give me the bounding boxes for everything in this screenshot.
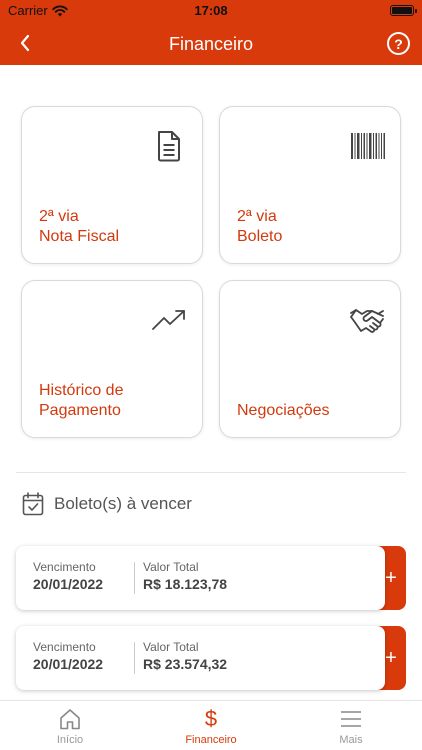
card-label-line2: Pagamento [39, 402, 121, 419]
card-label: Histórico de Pagamento [39, 381, 123, 421]
card-label: 2ª via Nota Fiscal [39, 207, 119, 247]
vencimento-value: 20/01/2022 [33, 656, 104, 672]
card-historico-pagamento[interactable]: Histórico de Pagamento [21, 280, 203, 438]
boleto-card[interactable]: Vencimento 20/01/2022 Valor Total R$ 23.… [16, 626, 385, 690]
card-boleto[interactable]: 2ª via Boleto [219, 106, 401, 264]
vencimento-label: Vencimento [33, 640, 96, 654]
card-negociacoes[interactable]: Negociações [219, 280, 401, 438]
calendar-check-icon [22, 492, 44, 516]
menu-icon [301, 707, 401, 731]
tab-financeiro[interactable]: $ Financeiro [161, 707, 261, 747]
field-separator [134, 642, 135, 674]
card-nota-fiscal[interactable]: 2ª via Nota Fiscal [21, 106, 203, 264]
section-header: Boleto(s) à vencer [22, 492, 192, 516]
status-bar: Carrier 17:08 [0, 0, 422, 22]
trending-up-icon [152, 303, 186, 337]
boleto-item: + Vencimento 20/01/2022 Valor Total R$ 1… [16, 546, 406, 610]
dollar-icon: $ [161, 707, 261, 731]
section-title: Boleto(s) à vencer [54, 494, 192, 513]
handshake-icon [350, 303, 384, 337]
divider [16, 472, 406, 473]
battery-icon [390, 5, 417, 16]
valor-field: Valor Total R$ 18.123,78 [143, 560, 227, 592]
tab-inicio[interactable]: Início [20, 707, 120, 746]
valor-value: R$ 18.123,78 [143, 576, 228, 592]
card-label-line2: Negociações [237, 402, 330, 419]
valor-label: Valor Total [143, 560, 199, 574]
vencimento-label: Vencimento [33, 560, 96, 574]
document-icon [152, 129, 186, 163]
help-button[interactable]: ? [387, 32, 410, 55]
vencimento-value: 20/01/2022 [33, 576, 104, 592]
barcode-icon [350, 129, 386, 163]
vencimento-field: Vencimento 20/01/2022 [33, 640, 103, 672]
valor-field: Valor Total R$ 23.574,32 [143, 640, 227, 672]
card-label-line1: 2ª via [39, 208, 79, 225]
card-label-line1: 2ª via [237, 208, 277, 225]
help-circle-icon: ? [394, 35, 403, 52]
valor-label: Valor Total [143, 640, 199, 654]
tab-label: Financeiro [185, 734, 237, 746]
tab-bar: Início $ Financeiro Mais [0, 700, 422, 750]
card-label-line1: Histórico de [39, 382, 124, 399]
card-label: Negociações [237, 401, 330, 421]
card-label-line2: Boleto [237, 228, 283, 245]
nav-bar: Financeiro ? [0, 22, 422, 65]
tab-label: Início [56, 734, 84, 746]
dollar-glyph: $ [204, 706, 218, 731]
boleto-card[interactable]: Vencimento 20/01/2022 Valor Total R$ 18.… [16, 546, 385, 610]
valor-value: R$ 23.574,32 [143, 656, 228, 672]
field-separator [134, 562, 135, 594]
home-icon [20, 707, 120, 731]
card-label: 2ª via Boleto [237, 207, 282, 247]
card-label-line2: Nota Fiscal [39, 228, 120, 245]
tab-label: Mais [339, 734, 363, 746]
page-title: Financeiro [168, 34, 254, 54]
status-time: 17:08 [194, 3, 228, 18]
boleto-item: + Vencimento 20/01/2022 Valor Total R$ 2… [16, 626, 406, 690]
vencimento-field: Vencimento 20/01/2022 [33, 560, 103, 592]
tab-mais[interactable]: Mais [301, 707, 401, 746]
